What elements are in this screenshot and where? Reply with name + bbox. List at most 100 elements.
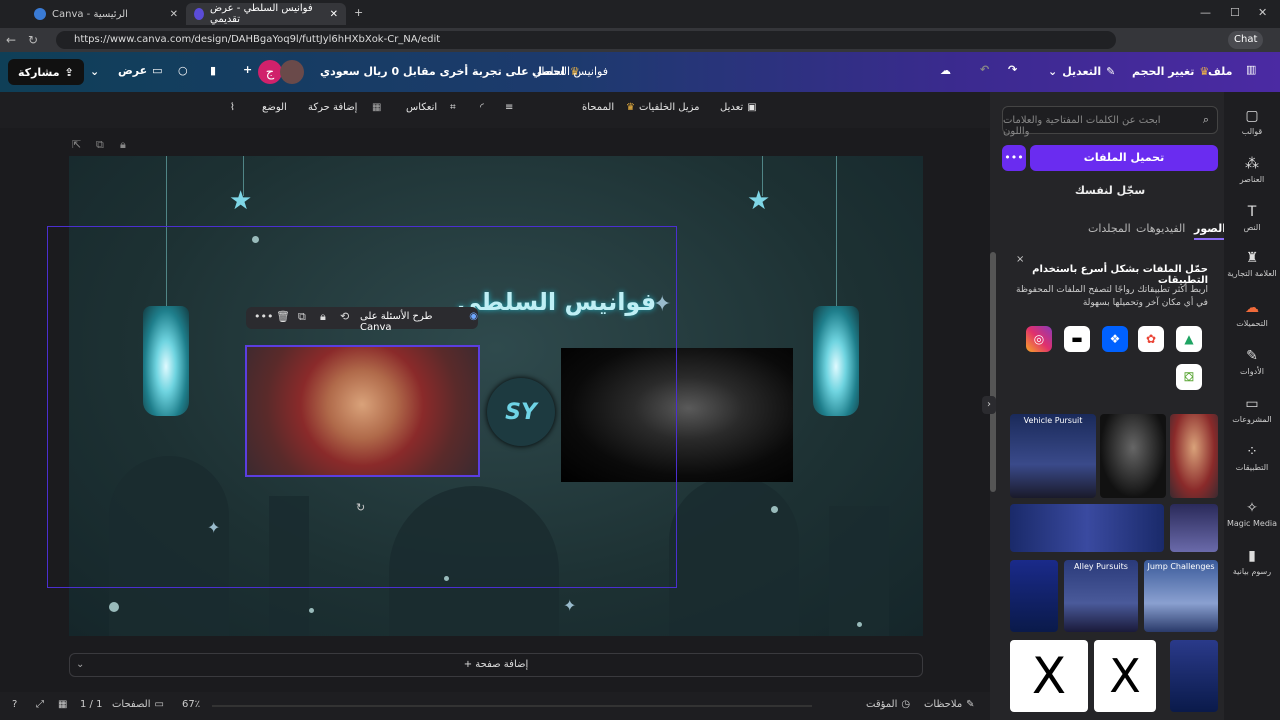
- add-page-button[interactable]: ⌄ + إضافة صفحة: [69, 653, 923, 677]
- thumb-moto[interactable]: [1170, 504, 1218, 552]
- browser-tab-design[interactable]: فوانيس السلطي - عرض تقديمي ✕: [186, 3, 346, 25]
- page-counter[interactable]: 1 / 1: [80, 699, 102, 710]
- comment-icon[interactable]: ○: [178, 64, 188, 77]
- analytics-icon[interactable]: ▮: [210, 64, 216, 77]
- reload-icon[interactable]: ↻: [22, 33, 44, 47]
- lock-icon[interactable]: 🔒︎: [320, 310, 326, 324]
- search-input[interactable]: ⌕ ابحث عن الكلمات المفتاحية والعلامات وا…: [1002, 106, 1218, 137]
- rail-tools[interactable]: ✎ الأدوات: [1224, 348, 1280, 376]
- zoom-level[interactable]: 67٪: [182, 699, 200, 710]
- chevron-down-icon[interactable]: ⌄: [76, 654, 84, 676]
- position-button[interactable]: الوضع: [262, 102, 287, 113]
- tab-folders[interactable]: المجلدات: [1088, 222, 1131, 235]
- share-button[interactable]: مشاركة ⇪: [8, 59, 84, 85]
- thumb-motorcycle[interactable]: [1170, 640, 1218, 712]
- more-icon[interactable]: •••: [254, 310, 273, 323]
- undo-icon[interactable]: ↶: [980, 63, 989, 76]
- thumb-x-logo[interactable]: X: [1094, 640, 1156, 712]
- corner-radius-icon[interactable]: ◜: [480, 102, 484, 113]
- rotate-handle-icon[interactable]: ↻: [356, 501, 365, 514]
- rail-magic-media[interactable]: ✧ Magic Media: [1224, 500, 1280, 528]
- rail-uploads[interactable]: ☁ التحميلات: [1224, 300, 1280, 328]
- add-collaborator-icon[interactable]: +: [243, 63, 252, 76]
- edit-image-button[interactable]: تعديل ▣: [720, 102, 757, 113]
- eraser-button[interactable]: الممحاة: [582, 102, 614, 113]
- tab-videos[interactable]: الفيديوهات: [1136, 222, 1185, 235]
- crop-icon[interactable]: ⌗: [450, 102, 456, 113]
- sidebar-toggle-icon[interactable]: ▥: [1246, 63, 1256, 76]
- image-selection-frame[interactable]: [245, 345, 480, 477]
- rail-apps[interactable]: ⁘ التطبيقات: [1224, 444, 1280, 472]
- avatar-photo[interactable]: [280, 60, 304, 84]
- record-yourself-button[interactable]: سجّل لنفسك: [1002, 178, 1218, 204]
- close-icon[interactable]: ×: [1016, 254, 1024, 265]
- instagram-icon[interactable]: ◎: [1026, 326, 1052, 352]
- flip-button[interactable]: انعكاس: [406, 102, 437, 113]
- timer-button[interactable]: المؤقت ◷: [866, 699, 910, 710]
- star-icon[interactable]: ★: [747, 186, 770, 216]
- thumb-x-logo[interactable]: X: [1010, 640, 1088, 712]
- minimize-icon[interactable]: —: [1200, 6, 1211, 19]
- google-drive-icon[interactable]: ▲: [1176, 326, 1202, 352]
- border-style-icon[interactable]: ≡: [505, 102, 513, 113]
- shopify-icon[interactable]: ⛋: [1176, 364, 1202, 390]
- duplicate-page-icon[interactable]: ⧉: [96, 138, 104, 152]
- thumb-jump-challenges[interactable]: Jump Challenges: [1144, 560, 1218, 632]
- sparkle-icon[interactable]: ✦: [563, 596, 576, 615]
- avatar[interactable]: ج: [258, 60, 282, 84]
- maximize-icon[interactable]: ☐: [1230, 6, 1240, 19]
- copy-icon[interactable]: ⧉: [298, 310, 306, 324]
- thumb-alley-pursuits[interactable]: Alley Pursuits: [1064, 560, 1138, 632]
- lock-page-icon[interactable]: 🔒︎: [120, 138, 126, 152]
- rail-elements[interactable]: ⁂ العناصر: [1224, 156, 1280, 184]
- back-icon[interactable]: ←: [0, 33, 22, 47]
- rail-projects[interactable]: ▭ المشروعات: [1224, 396, 1280, 424]
- close-icon[interactable]: ✕: [330, 9, 338, 20]
- fullscreen-icon[interactable]: ⤢: [36, 699, 44, 710]
- thumb-young-man[interactable]: [1100, 414, 1166, 498]
- browser-tab-home[interactable]: Canva - الرئيسية ✕: [26, 3, 186, 25]
- star-icon[interactable]: ★: [229, 186, 252, 216]
- design-title[interactable]: فوانيس السلطي: [532, 65, 608, 78]
- upload-more-button[interactable]: •••: [1002, 145, 1026, 171]
- notes-button[interactable]: ملاحظات ✎: [924, 699, 975, 710]
- lantern-right[interactable]: [813, 306, 859, 416]
- transparency-icon[interactable]: ▦: [372, 102, 381, 113]
- thumb-storyboard[interactable]: [1010, 504, 1164, 552]
- chat-button[interactable]: Chat: [1228, 31, 1264, 49]
- rail-text[interactable]: T النص: [1224, 204, 1280, 232]
- pages-button[interactable]: الصفحات ▭: [112, 699, 164, 710]
- upload-files-button[interactable]: تحميل الملفات: [1030, 145, 1218, 171]
- replace-icon[interactable]: ⟲: [340, 310, 349, 323]
- panel-scrollbar[interactable]: [990, 252, 996, 492]
- delete-icon[interactable]: 🗑︎: [276, 310, 290, 323]
- animate-button[interactable]: إضافة حركة: [308, 102, 357, 113]
- thumb-man-keffiyeh[interactable]: [1170, 414, 1218, 498]
- present-button[interactable]: عرض ▭: [118, 64, 163, 77]
- ask-canva-button[interactable]: طرح الأسئلة على Canva ◉: [360, 311, 478, 333]
- paint-roller-icon[interactable]: ⌇: [230, 102, 235, 113]
- zoom-app-icon[interactable]: ▬: [1064, 326, 1090, 352]
- cloud-save-icon[interactable]: ☁: [940, 64, 951, 77]
- close-icon[interactable]: ✕: [170, 9, 178, 20]
- rail-templates[interactable]: ▢ قوالب: [1224, 108, 1280, 136]
- help-icon[interactable]: ?: [12, 699, 17, 710]
- tab-images[interactable]: الصور: [1194, 222, 1226, 240]
- dropbox-icon[interactable]: ❖: [1102, 326, 1128, 352]
- close-window-icon[interactable]: ✕: [1258, 6, 1267, 19]
- chevron-down-icon[interactable]: ⌄: [90, 65, 99, 78]
- grid-view-icon[interactable]: ▦: [58, 699, 67, 710]
- bg-remover-button[interactable]: ♛ مزيل الخلفيات: [626, 102, 700, 113]
- rail-charts[interactable]: ▮ رسوم بيانية: [1224, 548, 1280, 576]
- edit-mode-dropdown[interactable]: ⌄ التعديل ✎: [1048, 65, 1115, 78]
- new-tab-icon[interactable]: +: [354, 6, 363, 19]
- thumb-vehicle-pursuit[interactable]: Vehicle Pursuit: [1010, 414, 1096, 498]
- share-page-icon[interactable]: ⇱: [72, 138, 81, 151]
- file-menu[interactable]: ملف: [1208, 65, 1232, 78]
- redo-icon[interactable]: ↷: [1008, 63, 1017, 76]
- collapse-panel-button[interactable]: ›: [982, 396, 996, 414]
- zoom-slider-track[interactable]: [212, 705, 812, 707]
- rail-brand[interactable]: ♜ العلامة التجارية: [1224, 250, 1280, 278]
- thumb-blue[interactable]: [1010, 560, 1058, 632]
- url-field[interactable]: https://www.canva.com/design/DAHBgaYoq9l…: [56, 31, 1116, 49]
